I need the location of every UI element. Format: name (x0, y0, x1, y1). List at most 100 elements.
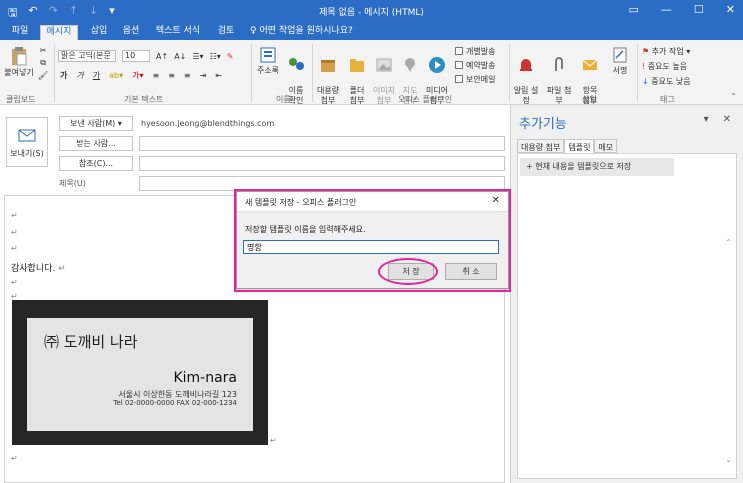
to-field[interactable] (139, 136, 505, 151)
signature-button[interactable]: 서명 (607, 46, 633, 76)
clear-format-icon[interactable]: ✎ (227, 52, 234, 61)
bold-icon[interactable]: 가 (60, 70, 67, 81)
dialog-prompt: 저장할 템플릿 이름을 입력해주세요. (245, 225, 366, 234)
tab-template[interactable]: 템플릿 (564, 139, 595, 153)
image-attach-button[interactable]: 이미지 첨부 (371, 46, 397, 106)
tab-large-attach[interactable]: 대용량 첨부 (517, 139, 565, 153)
tab-format-text[interactable]: 텍스트 서식 (150, 25, 206, 40)
font-size-box[interactable]: 10 (122, 50, 150, 62)
check-names-icon (289, 58, 304, 70)
clipboard-small: ✂ ⧉ 🖌 (38, 46, 48, 80)
body-thanks-text: 감사합니다. ↵ (11, 261, 66, 274)
from-button[interactable]: 보낸 사람(M) ▾ (59, 116, 133, 131)
align-left-icon[interactable]: ≡ (153, 71, 160, 80)
font-name-box[interactable]: 맑은 고딕(본문 (58, 50, 116, 62)
align-right-icon[interactable]: ≡ (184, 71, 191, 80)
box-icon (321, 60, 335, 72)
signature-icon (613, 47, 627, 63)
format-painter-icon[interactable]: 🖌 (38, 71, 48, 80)
business-card-image[interactable]: ㈜ 도깨비 나라 Kim-nara 서울시 이상한동 도깨비나라길 123 Te… (12, 300, 268, 445)
attach-file-button[interactable]: 파일 첨 부 (545, 46, 573, 106)
minimize-icon[interactable]: — (661, 3, 672, 16)
individual-send-checkbox[interactable]: 개별발송 (455, 46, 495, 57)
font-row: 맑은 고딕(본문 10 A↑ A↓ ☰▾ ☷▾ ✎ (58, 50, 233, 62)
subject-field[interactable] (139, 176, 505, 191)
dialog-close-icon[interactable]: ✕ (492, 195, 500, 206)
paste-button[interactable]: 붙여넣기 (4, 46, 34, 78)
cc-field[interactable] (139, 156, 505, 171)
cc-button[interactable]: 참조(C)... (59, 156, 133, 171)
separator (312, 44, 313, 102)
addin-controls: ▾ ✕ (704, 114, 731, 125)
scroll-down-icon[interactable]: ⌄ (725, 455, 732, 464)
notify-settings-button[interactable]: 알림 설 정 (511, 46, 541, 106)
tab-message[interactable]: 메시지 (40, 25, 78, 40)
paragraph-mark: ↵ (270, 436, 277, 445)
checkbox-icon (455, 75, 463, 83)
maximize-icon[interactable]: ☐ (694, 3, 704, 16)
address-book-button[interactable]: 주소록 (255, 46, 281, 76)
clipboard-icon (12, 47, 27, 66)
large-attach-label: 대용량 첨부 (316, 86, 340, 105)
image-icon (376, 58, 392, 72)
clipboard-group-label: 클립보드 (6, 95, 36, 104)
compose-area: 보내기(S) 보낸 사람(M) ▾ hyesoon.jeong@blendthi… (0, 105, 510, 483)
low-importance-label: 중요도 낮음 (651, 77, 691, 86)
template-name-input[interactable] (243, 240, 499, 254)
align-center-icon[interactable]: ≡ (168, 71, 175, 80)
play-icon (429, 57, 445, 73)
collapse-ribbon-icon[interactable]: ⌃ (730, 92, 737, 101)
close-icon[interactable]: ✕ (723, 114, 731, 125)
paragraph-mark: ↵ (58, 264, 66, 274)
addin-pane: 추가기능 ▾ ✕ 대용량 첨부 템플릿 메모 + 현재 내용을 템플릿으로 저장… (510, 105, 743, 483)
font-color-icon[interactable]: 가▾ (132, 70, 143, 81)
address-book-label: 주소록 (256, 66, 280, 75)
grow-font-icon[interactable]: A↑ (156, 52, 168, 61)
tab-review[interactable]: 검토 (214, 25, 238, 40)
paste-label: 붙여넣기 (4, 68, 34, 77)
paragraph-mark: ↵ (11, 244, 18, 253)
checkbox-label: 개별발송 (466, 47, 496, 56)
format-row: 가 가 가 ab▾ 가▾ ≡ ≡ ≡ ⇥ ⇤ (60, 70, 222, 81)
chevron-down-icon[interactable]: ▾ (704, 114, 709, 125)
follow-up-button[interactable]: ⚑ 추가 작업 ▾ (642, 46, 690, 57)
low-importance-button[interactable]: ↓ 중요도 낮음 (642, 76, 691, 87)
numbering-icon[interactable]: ☷▾ (210, 52, 221, 61)
indent-icon[interactable]: ⇥ (200, 71, 207, 80)
tell-me-search[interactable]: ♀ 어떤 작업을 원하시나요? (250, 25, 360, 40)
addin-title: 추가기능 (519, 117, 567, 132)
card-name: Kim-nara (173, 370, 237, 386)
large-attach-button[interactable]: 대용량 첨부 (314, 46, 342, 106)
tab-insert[interactable]: 삽입 (86, 25, 112, 40)
checkbox-icon (455, 61, 463, 69)
tags-group-label: 태그 (660, 95, 675, 104)
close-window-icon[interactable]: ✕ (726, 3, 735, 16)
bullets-icon[interactable]: ☰▾ (192, 52, 203, 61)
folder-attach-button[interactable]: 폴더 첨부 (343, 46, 371, 106)
highlight-color-icon[interactable]: ab▾ (109, 71, 123, 80)
scroll-up-icon[interactable]: ⌃ (725, 238, 732, 247)
paragraph-mark: ↵ (11, 278, 18, 287)
folder-icon (350, 59, 364, 72)
shrink-font-icon[interactable]: A↓ (174, 52, 186, 61)
ribbon-display-icon[interactable]: ▭ (629, 3, 639, 16)
copy-icon[interactable]: ⧉ (40, 58, 46, 68)
underline-icon[interactable]: 가 (93, 70, 100, 81)
tab-options[interactable]: 옵션 (118, 25, 144, 40)
cut-icon[interactable]: ✂ (40, 46, 47, 55)
scheduled-send-checkbox[interactable]: 예약발송 (455, 60, 495, 71)
business-card: ㈜ 도깨비 나라 Kim-nara 서울시 이상한동 도깨비나라길 123 Te… (27, 318, 253, 431)
tab-file[interactable]: 파일 (8, 25, 32, 40)
save-as-template-button[interactable]: + 현재 내용을 템플릿으로 저장 (520, 158, 674, 176)
secure-mail-checkbox[interactable]: 보안메일 (455, 74, 495, 85)
high-importance-button[interactable]: ! 중요도 높음 (642, 61, 687, 72)
cancel-button[interactable]: 취 소 (445, 263, 497, 280)
tab-memo[interactable]: 메모 (594, 139, 618, 153)
paragraph-mark: ↵ (11, 211, 18, 220)
save-button[interactable]: 저 장 (388, 263, 434, 280)
new-template-dialog: 새 템플릿 저장 - 오피스 플러그인 ✕ 저장할 템플릿 이름을 입력해주세요… (236, 191, 509, 289)
to-button[interactable]: 받는 사람... (59, 136, 133, 151)
outdent-icon[interactable]: ⇤ (215, 71, 222, 80)
italic-icon[interactable]: 가 (76, 70, 83, 81)
send-button[interactable]: 보내기(S) (6, 117, 48, 167)
